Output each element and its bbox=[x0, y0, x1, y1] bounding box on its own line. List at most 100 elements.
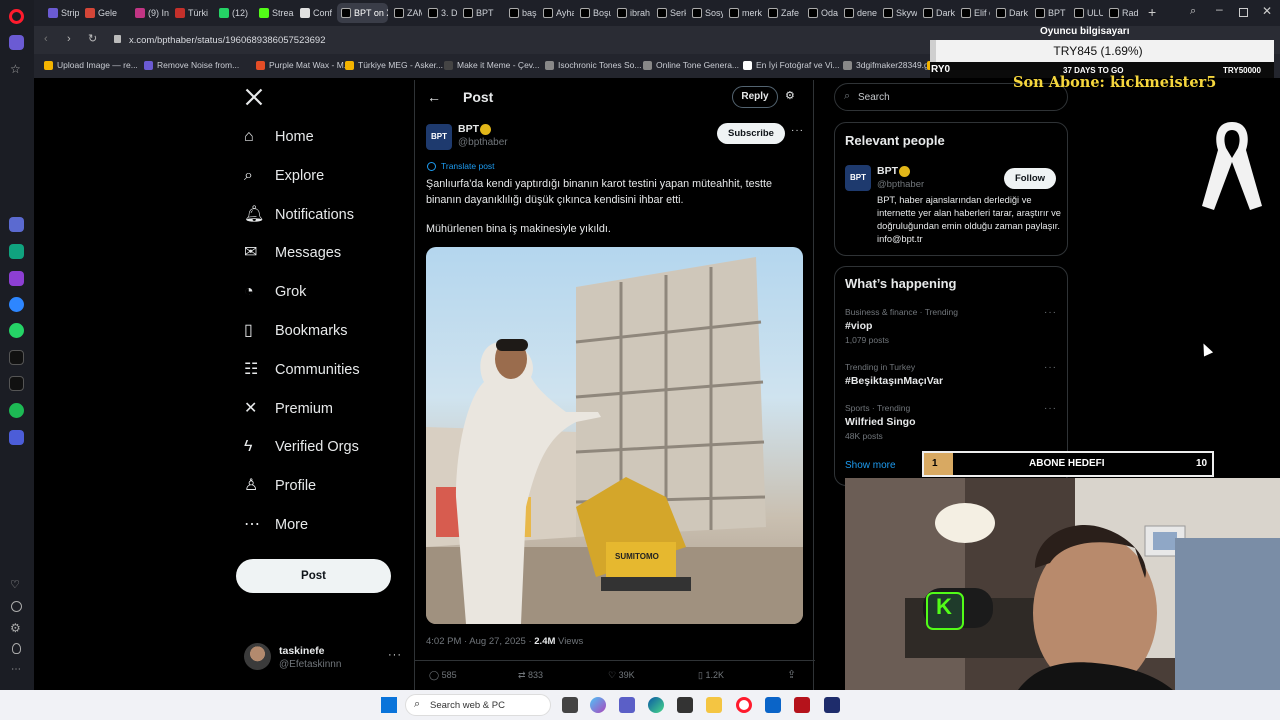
trend-item[interactable]: Sports · Trending Wilfried Singo 48K posts… bbox=[845, 403, 1059, 443]
browser-tab[interactable]: Elif c bbox=[957, 3, 990, 23]
browser-tab[interactable]: Radi bbox=[1105, 3, 1139, 23]
new-tab-icon[interactable]: + bbox=[1148, 4, 1156, 20]
store-icon[interactable] bbox=[677, 697, 693, 713]
reply-button[interactable]: Reply bbox=[732, 86, 778, 108]
nav-item-notifications[interactable]: 🔔︎ Notifications bbox=[244, 200, 354, 230]
browser-tab[interactable]: Odal bbox=[804, 3, 838, 23]
tiktok-icon[interactable] bbox=[9, 350, 24, 365]
trend-item[interactable]: Business & finance · Trending #viop 1,079 … bbox=[845, 307, 1059, 347]
nav-item-communities[interactable]: ☷ Communities bbox=[244, 355, 360, 385]
spotify-icon[interactable] bbox=[9, 403, 24, 418]
browser-tab[interactable]: BPT bbox=[1031, 3, 1068, 23]
tips-icon[interactable] bbox=[12, 643, 21, 654]
author-name[interactable]: BPT bbox=[458, 123, 479, 135]
reply-settings-icon[interactable]: ⚙ bbox=[785, 89, 795, 102]
follow-button[interactable]: Follow bbox=[1004, 168, 1056, 189]
rp-avatar[interactable]: BPT bbox=[845, 165, 871, 191]
windows-start-icon[interactable] bbox=[381, 697, 397, 713]
whatsapp-icon[interactable] bbox=[9, 323, 24, 338]
browser-tab[interactable]: (12) bbox=[215, 3, 253, 23]
minimize-icon[interactable]: – bbox=[1216, 2, 1223, 16]
nav-item-more[interactable]: ⋯ More bbox=[244, 510, 308, 540]
bookmark-item[interactable]: Online Tone Genera... bbox=[643, 60, 739, 70]
opera-taskbar-icon[interactable] bbox=[736, 697, 752, 713]
edge-icon[interactable] bbox=[648, 697, 664, 713]
x-sidebar-icon[interactable] bbox=[9, 376, 24, 391]
back-arrow-icon[interactable]: ← bbox=[427, 89, 441, 105]
browser-tab[interactable]: ULUS bbox=[1070, 3, 1103, 23]
trend-item[interactable]: Trending in Turkey #BeşiktaşınMaçıVar ··· bbox=[845, 362, 1059, 402]
heart-icon[interactable]: ♡ bbox=[10, 578, 20, 591]
post-image[interactable]: SUMITOMO bbox=[426, 247, 803, 624]
reload-icon[interactable]: ↻ bbox=[88, 32, 97, 45]
browser-tab[interactable]: (9) In bbox=[131, 3, 169, 23]
trend-more-icon[interactable]: ··· bbox=[1044, 403, 1057, 414]
translate-link[interactable]: Translate post bbox=[441, 161, 495, 171]
browser-tab[interactable]: dene bbox=[840, 3, 877, 23]
bookmark-item[interactable]: Remove Noise from... bbox=[144, 60, 239, 70]
cs-icon[interactable] bbox=[9, 271, 24, 286]
more-icon[interactable]: ⋯ bbox=[11, 664, 21, 675]
url-field[interactable]: x.com/bpthaber/status/196068938605752369… bbox=[129, 35, 326, 46]
letter-app-icon[interactable] bbox=[824, 697, 840, 713]
browser-tab[interactable]: ZAM bbox=[390, 3, 422, 23]
share-icon[interactable]: ⇪ bbox=[787, 668, 796, 681]
tab-search-icon[interactable]: ⌕ bbox=[1190, 5, 1196, 18]
aria-icon[interactable] bbox=[9, 217, 24, 232]
bookmark-item[interactable]: Make it Meme - Çev... bbox=[444, 60, 540, 70]
nav-item-explore[interactable]: ⌕ Explore bbox=[244, 161, 324, 191]
chatgpt-icon[interactable] bbox=[9, 244, 24, 259]
winrar-icon[interactable] bbox=[794, 697, 810, 713]
browser-tab[interactable]: Dark bbox=[992, 3, 1029, 23]
opera-logo-icon[interactable] bbox=[9, 9, 24, 24]
bookmark-item[interactable]: En İyi Fotoğraf ve Vi... bbox=[743, 60, 839, 70]
taskbar-search[interactable]: ⌕ Search web & PC bbox=[405, 694, 551, 716]
browser-tab[interactable]: Dark bbox=[919, 3, 955, 23]
browser-tab[interactable]: 3. Da bbox=[424, 3, 457, 23]
post-more-icon[interactable]: ··· bbox=[791, 125, 804, 136]
browser-tab[interactable]: Zafe bbox=[764, 3, 802, 23]
nav-item-premium[interactable]: ✕ Premium bbox=[244, 394, 333, 424]
nav-item-messages[interactable]: ✉ Messages bbox=[244, 238, 341, 268]
post-button[interactable]: Post bbox=[236, 559, 391, 593]
repost-action[interactable]: ⇄ 833 bbox=[518, 670, 543, 681]
like-action[interactable]: ♡ 39K bbox=[608, 670, 635, 681]
player-icon[interactable] bbox=[9, 430, 24, 445]
outlook-icon[interactable] bbox=[765, 697, 781, 713]
home-icon[interactable] bbox=[9, 35, 24, 50]
copilot-icon[interactable] bbox=[590, 697, 606, 713]
nav-item-bookmarks[interactable]: ▯ Bookmarks bbox=[244, 316, 348, 346]
browser-tab[interactable]: Boşu bbox=[576, 3, 611, 23]
star-icon[interactable]: ☆ bbox=[10, 62, 21, 76]
file-explorer-icon[interactable] bbox=[706, 697, 722, 713]
nav-item-profile[interactable]: ♙ Profile bbox=[244, 471, 316, 501]
bookmark-item[interactable]: Isochronic Tones So... bbox=[545, 60, 641, 70]
close-window-icon[interactable]: ✕ bbox=[1262, 4, 1272, 18]
back-icon[interactable]: ‹ bbox=[44, 33, 48, 45]
browser-tab[interactable]: Sosy bbox=[688, 3, 723, 23]
account-switcher[interactable]: taskinefe @Efetaskinnn ··· bbox=[244, 643, 404, 673]
bookmark-action[interactable]: ▯ 1.2K bbox=[698, 670, 724, 681]
browser-tab[interactable]: Türki bbox=[171, 3, 213, 23]
trend-more-icon[interactable]: ··· bbox=[1044, 307, 1057, 318]
settings-icon[interactable]: ⚙ bbox=[10, 621, 21, 635]
browser-tab[interactable]: Conf bbox=[296, 3, 335, 23]
account-more-icon[interactable]: ··· bbox=[388, 649, 402, 661]
bookmark-item[interactable]: 3dgifmaker28349.gi... bbox=[843, 60, 938, 70]
browser-tab[interactable]: Ayha bbox=[539, 3, 574, 23]
bookmark-item[interactable]: Upload Image — re... bbox=[44, 60, 138, 70]
rp-handle[interactable]: @bpthaber bbox=[877, 179, 924, 190]
maximize-icon[interactable] bbox=[1239, 8, 1248, 17]
author-handle[interactable]: @bpthaber bbox=[458, 137, 508, 148]
browser-tab[interactable]: BPT on X bbox=[337, 3, 388, 23]
rp-name[interactable]: BPT bbox=[877, 165, 898, 177]
history-icon[interactable] bbox=[11, 601, 22, 612]
x-logo-icon[interactable] bbox=[244, 87, 264, 107]
trend-more-icon[interactable]: ··· bbox=[1044, 362, 1057, 373]
browser-tab[interactable]: ibrah bbox=[613, 3, 651, 23]
nav-item-verified-orgs[interactable]: ϟ Verified Orgs bbox=[244, 432, 359, 462]
bookmark-item[interactable]: Türkiye MEG - Asker... bbox=[345, 60, 443, 70]
forward-icon[interactable]: › bbox=[67, 33, 71, 45]
nav-item-grok[interactable]: ◔ Grok bbox=[244, 277, 306, 307]
browser-tab[interactable]: Strea bbox=[255, 3, 294, 23]
